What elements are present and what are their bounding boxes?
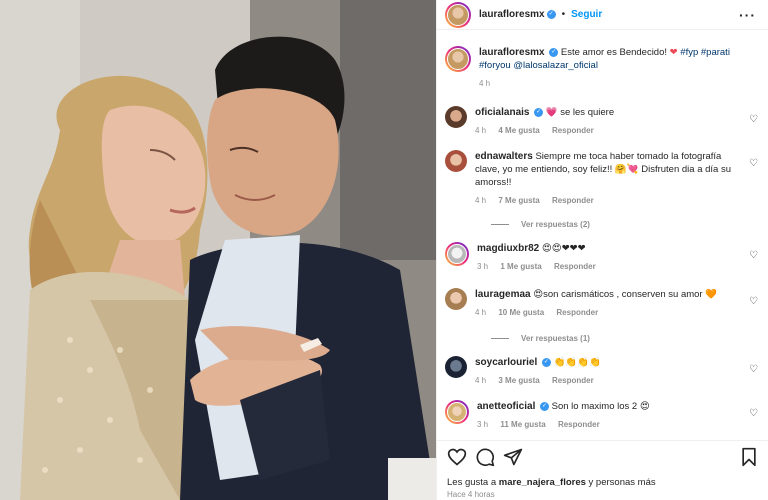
- comment-item: soycarlouriel ✓ 👏👏👏👏 4 h 3 Me gusta Resp…: [445, 356, 760, 387]
- caption-body: laurafloresmx ✓ Este amor es Bendecido! …: [479, 46, 760, 90]
- comment-username[interactable]: soycarlouriel: [475, 357, 537, 368]
- comment-item: ednawalters Siempre me toca haber tomado…: [445, 150, 760, 207]
- commenter-avatar[interactable]: [445, 356, 467, 378]
- comment-likes[interactable]: 11 Me gusta: [500, 420, 545, 429]
- commenter-avatar[interactable]: [445, 150, 467, 172]
- view-replies-button[interactable]: Ver respuestas (1): [491, 334, 590, 343]
- post-root: laurafloresmx ✓ • Seguir ··· lauraflores…: [0, 0, 768, 500]
- comment-like-icon[interactable]: ♡: [749, 250, 758, 261]
- comment-like-icon[interactable]: ♡: [749, 158, 758, 169]
- heart-emoji: ❤: [669, 47, 678, 58]
- separator-dot: •: [561, 9, 566, 20]
- comment-username[interactable]: anetteoficial: [477, 401, 535, 412]
- comment-likes[interactable]: 1 Me gusta: [500, 262, 541, 271]
- comment-text: Son lo maximo los 2 😍: [551, 401, 650, 412]
- commenter-avatar[interactable]: [445, 106, 467, 128]
- caption-avatar[interactable]: [445, 46, 471, 72]
- comment-like-icon[interactable]: ♡: [749, 408, 758, 419]
- comment-item: oficialanais ✓ 💗 se les quiere 4 h 4 Me …: [445, 106, 760, 137]
- more-options-icon[interactable]: ···: [739, 7, 756, 23]
- view-replies-button[interactable]: Ver respuestas (2): [491, 220, 590, 229]
- comment-username[interactable]: ednawalters: [475, 151, 533, 162]
- caption-time: 4 h: [479, 79, 491, 88]
- verified-icon: ✓: [541, 357, 551, 367]
- share-icon[interactable]: [503, 447, 523, 467]
- comment-likes[interactable]: 3 Me gusta: [498, 376, 539, 385]
- follow-button[interactable]: Seguir: [571, 9, 602, 20]
- comment-likes[interactable]: 10 Me gusta: [498, 308, 544, 317]
- comment-body: anetteoficial ✓ Son lo maximo los 2 😍 3 …: [477, 400, 760, 431]
- likes-suffix[interactable]: y personas más: [589, 477, 656, 488]
- photo-illustration: [0, 0, 436, 500]
- heart-icon[interactable]: [447, 447, 467, 467]
- caption: laurafloresmx ✓ Este amor es Bendecido! …: [445, 46, 760, 90]
- comment-item: magdiuxbr82 😍😍❤❤❤ 3 h 1 Me gusta Respond…: [445, 242, 760, 273]
- post-sidebar: laurafloresmx ✓ • Seguir ··· lauraflores…: [436, 0, 768, 500]
- likes-prefix: Les gusta a: [447, 477, 497, 488]
- verified-icon: ✓: [546, 10, 556, 19]
- commenter-avatar[interactable]: [445, 242, 469, 266]
- comment-username[interactable]: lauragemaa: [475, 289, 531, 300]
- action-bar: Les gusta a mare_najera_flores y persona…: [437, 440, 768, 500]
- comment-text: 😍son carismáticos , conserven su amor 🧡: [533, 289, 718, 300]
- comment-like-icon[interactable]: ♡: [749, 364, 758, 375]
- caption-mention[interactable]: @lalosalazar_oficial: [513, 60, 598, 71]
- author-avatar[interactable]: [445, 1, 471, 28]
- comment-like-icon[interactable]: ♡: [749, 114, 758, 125]
- post-header: laurafloresmx ✓ • Seguir ···: [437, 0, 768, 30]
- comment-icon[interactable]: [475, 447, 495, 467]
- reply-button[interactable]: Responder: [556, 308, 598, 317]
- reply-button[interactable]: Responder: [552, 196, 594, 205]
- comment-likes[interactable]: 4 Me gusta: [498, 126, 539, 135]
- comment-likes[interactable]: 7 Me gusta: [498, 196, 539, 205]
- likes-summary: Les gusta a mare_najera_flores y persona…: [447, 477, 656, 488]
- caption-username[interactable]: laurafloresmx: [479, 47, 545, 58]
- comment-username[interactable]: oficialanais: [475, 107, 529, 118]
- comment-text: se les quiere: [560, 107, 615, 118]
- commenter-avatar[interactable]: [445, 288, 467, 310]
- comment-item: anetteoficial ✓ Son lo maximo los 2 😍 3 …: [445, 400, 760, 431]
- reply-button[interactable]: Responder: [554, 262, 596, 271]
- reply-button[interactable]: Responder: [558, 420, 600, 429]
- comment-body: oficialanais ✓ 💗 se les quiere 4 h 4 Me …: [475, 106, 760, 137]
- comment-body: lauragemaa 😍son carismáticos , conserven…: [475, 288, 760, 319]
- comment-body: soycarlouriel ✓ 👏👏👏👏 4 h 3 Me gusta Resp…: [475, 356, 760, 387]
- bookmark-icon[interactable]: [739, 447, 759, 467]
- comment-time: 4 h: [475, 126, 487, 135]
- comment-emoji: 💗: [545, 107, 558, 118]
- comment-time: 3 h: [477, 420, 489, 429]
- post-time: Hace 4 horas: [447, 490, 495, 499]
- reply-button[interactable]: Responder: [552, 126, 594, 135]
- comment-time: 4 h: [475, 376, 487, 385]
- commenter-avatar[interactable]: [445, 400, 469, 424]
- comments-list[interactable]: laurafloresmx ✓ Este amor es Bendecido! …: [437, 40, 768, 438]
- comment-time: 4 h: [475, 308, 487, 317]
- comment-text: 😍😍❤❤❤: [541, 243, 586, 254]
- comment-body: ednawalters Siempre me toca haber tomado…: [475, 150, 760, 207]
- comment-body: magdiuxbr82 😍😍❤❤❤ 3 h 1 Me gusta Respond…: [477, 242, 760, 273]
- verified-icon: ✓: [540, 401, 549, 411]
- liker-username[interactable]: mare_najera_flores: [499, 477, 586, 488]
- author-username[interactable]: laurafloresmx: [479, 9, 545, 20]
- caption-text: Este amor es Bendecido!: [560, 47, 668, 58]
- comment-time: 3 h: [477, 262, 489, 271]
- verified-icon: ✓: [549, 47, 559, 57]
- reply-button[interactable]: Responder: [552, 376, 594, 385]
- comment-item: lauragemaa 😍son carismáticos , conserven…: [445, 288, 760, 319]
- comment-username[interactable]: magdiuxbr82: [477, 243, 539, 254]
- post-photo[interactable]: [0, 0, 436, 500]
- comment-like-icon[interactable]: ♡: [749, 296, 758, 307]
- verified-icon: ✓: [534, 107, 544, 117]
- comment-text: 👏👏👏👏: [553, 357, 601, 368]
- comment-time: 4 h: [475, 196, 487, 205]
